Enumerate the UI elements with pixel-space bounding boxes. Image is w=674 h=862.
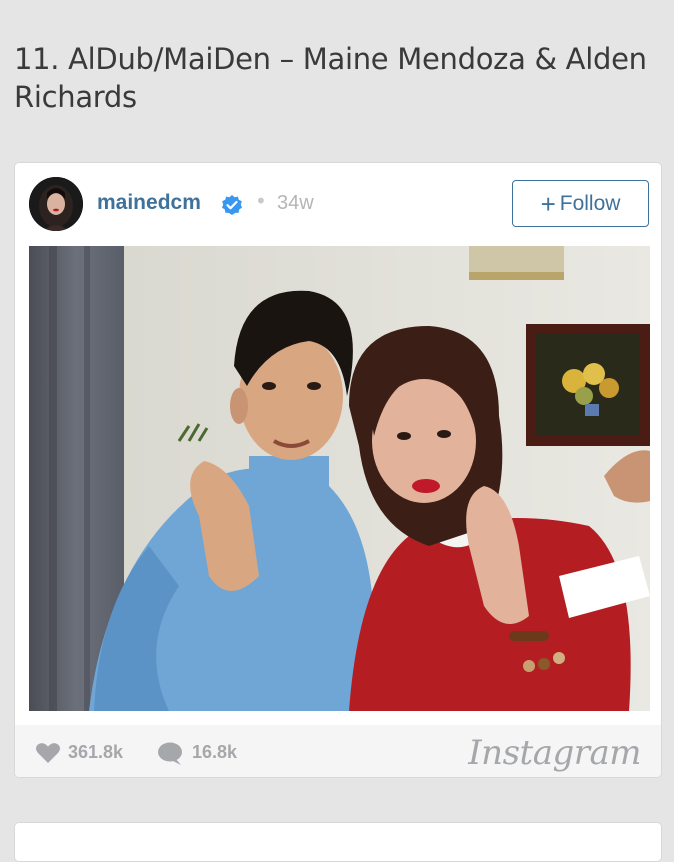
heart-icon[interactable] [35, 742, 61, 764]
post-header: mainedcm • 34w + Follow [15, 163, 661, 245]
separator-dot: • [255, 189, 267, 213]
plus-icon: + [540, 188, 556, 219]
verified-badge-icon [221, 194, 243, 216]
avatar[interactable] [29, 177, 83, 231]
post-age[interactable]: 34w [277, 192, 314, 215]
username-link[interactable]: mainedcm [97, 191, 201, 215]
like-count: 361.8k [68, 742, 124, 762]
follow-label: Follow [559, 191, 621, 215]
comment-bubble-icon[interactable] [157, 742, 183, 766]
next-embed-card [14, 822, 662, 862]
comment-count: 16.8k [192, 742, 238, 762]
follow-button[interactable]: + Follow [512, 180, 649, 227]
instagram-logo[interactable]: Instagram [468, 733, 641, 773]
post-footer: 361.8k 16.8k Instagram [15, 725, 661, 777]
article-heading: 11. AlDub/MaiDen – Maine Mendoza & Alden… [14, 42, 647, 114]
post-photo[interactable] [29, 246, 650, 711]
instagram-embed-card: mainedcm • 34w + Follow 361.8k 16.8k Ins… [14, 162, 662, 778]
